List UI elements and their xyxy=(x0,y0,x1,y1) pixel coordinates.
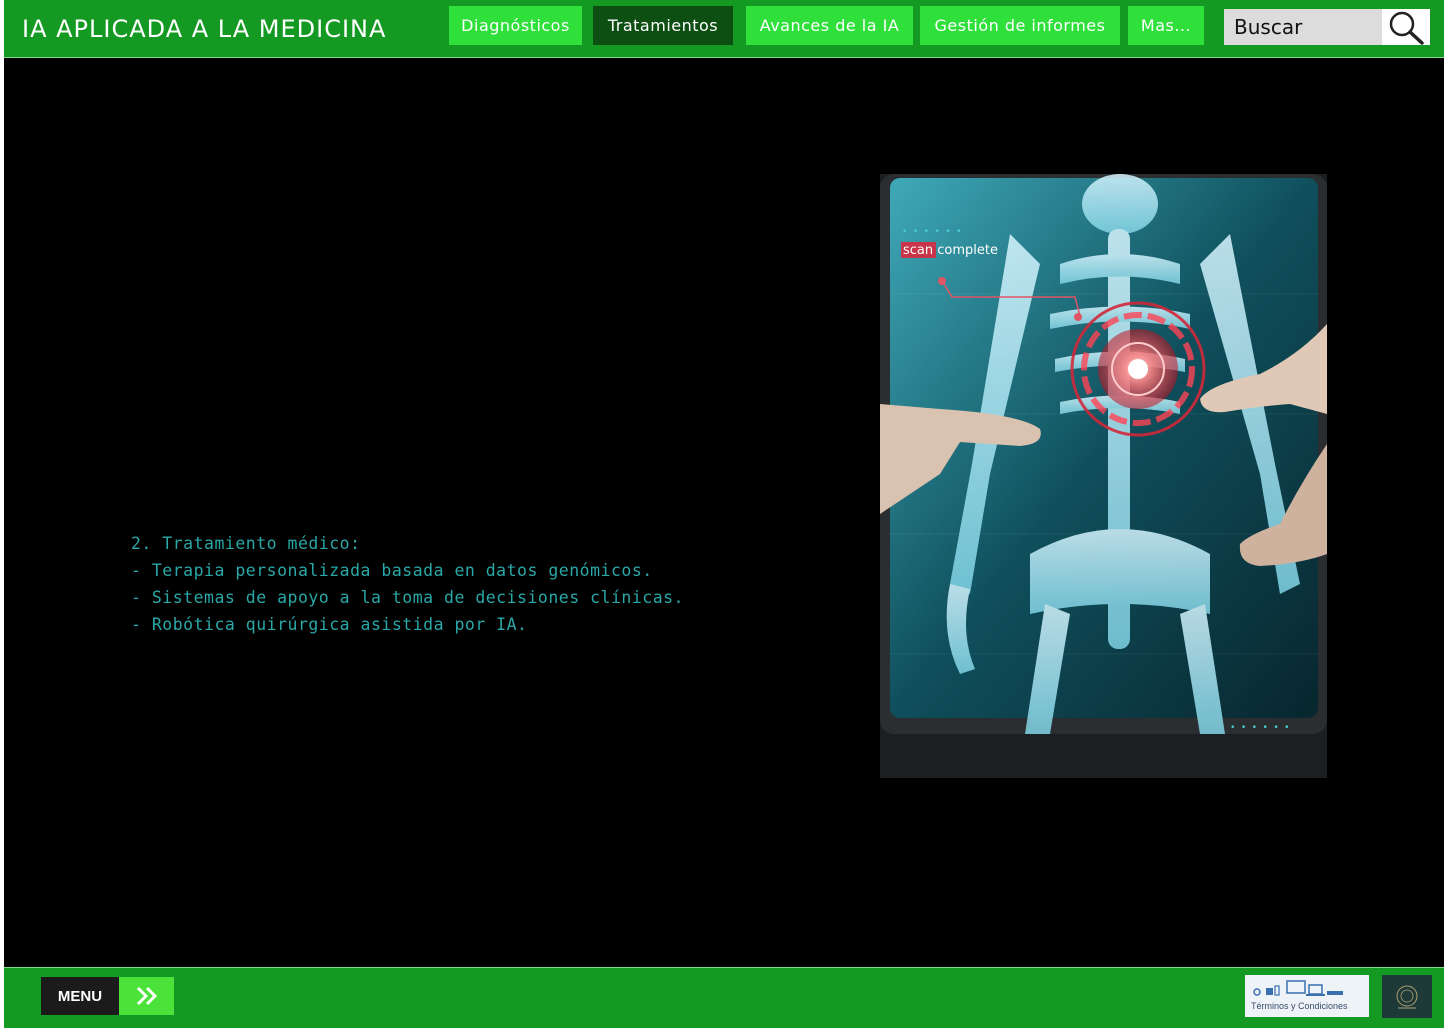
search-icon xyxy=(1389,11,1424,45)
search-button[interactable] xyxy=(1382,9,1430,45)
seal-logo xyxy=(1382,975,1432,1018)
medical-scan-image: • • • • • • scan complete • • • • • • xyxy=(880,174,1327,778)
nav-gestion-informes[interactable]: Gestión de informes xyxy=(920,6,1120,45)
top-bar: IA APLICADA A LA MEDICINA Diagnósticos T… xyxy=(4,0,1444,58)
menu-button[interactable]: MENU xyxy=(41,977,174,1015)
nav-tratamientos[interactable]: Tratamientos xyxy=(593,6,733,45)
search-bar xyxy=(1224,9,1430,45)
treatment-line-2: - Sistemas de apoyo a la toma de decisio… xyxy=(131,588,684,607)
treatment-line-3: - Robótica quirúrgica asistida por IA. xyxy=(131,615,528,634)
scan-complete-label: scan complete xyxy=(903,243,998,258)
nav-avances-ia[interactable]: Avances de la IA xyxy=(746,6,913,45)
terms-label: Términos y Condiciones xyxy=(1251,1001,1348,1011)
treatment-text-block: 2. Tratamiento médico: - Terapia persona… xyxy=(131,530,684,638)
bottom-bar: MENU Términos y Condiciones xyxy=(4,967,1444,1028)
xray-tablet-illustration: • • • • • • scan complete • • • • • • xyxy=(880,174,1327,778)
nav-mas[interactable]: Mas... xyxy=(1128,6,1204,45)
search-input[interactable] xyxy=(1224,9,1380,45)
nav-diagnosticos[interactable]: Diagnósticos xyxy=(449,6,582,45)
svg-text:• • • • • •: • • • • • • xyxy=(1230,723,1290,733)
menu-label: MENU xyxy=(41,977,119,1015)
treatment-line-1: - Terapia personalizada basada en datos … xyxy=(131,561,653,580)
svg-text:• • • • • •: • • • • • • xyxy=(902,227,962,237)
devices-icon xyxy=(1253,980,1343,996)
treatment-heading: 2. Tratamiento médico: xyxy=(131,534,361,553)
double-chevron-right-icon xyxy=(119,977,174,1015)
terms-link[interactable]: Términos y Condiciones xyxy=(1245,975,1369,1017)
site-title[interactable]: IA APLICADA A LA MEDICINA xyxy=(22,15,386,43)
